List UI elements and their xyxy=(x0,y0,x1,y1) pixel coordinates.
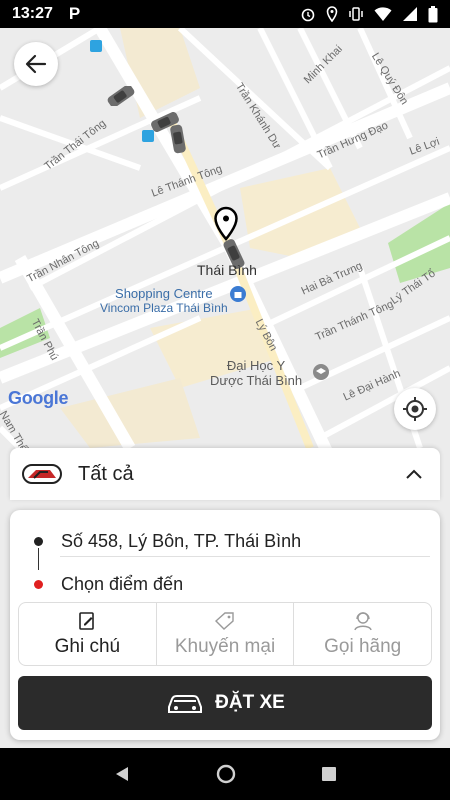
divider xyxy=(60,556,430,557)
pickup-address-row[interactable]: Số 458, Lý Bôn, TP. Thái Bình xyxy=(10,518,440,564)
back-button[interactable] xyxy=(14,42,58,86)
poi-subtitle: Vincom Plaza Thái Bình xyxy=(100,301,228,315)
coupon-icon xyxy=(214,610,236,632)
battery-icon xyxy=(428,5,438,22)
poi-shopping-centre[interactable]: Shopping Centre Vincom Plaza Thái Bình xyxy=(100,286,228,316)
my-location-button[interactable] xyxy=(394,388,436,430)
status-bar: 13:27 P xyxy=(0,0,450,28)
recents-square-icon[interactable] xyxy=(321,766,337,782)
pin-label: Thái Bình xyxy=(197,262,257,278)
car-icon xyxy=(168,695,203,713)
alarm-icon xyxy=(301,8,315,22)
poi-title: Shopping Centre xyxy=(115,286,213,301)
option-label: Ghi chú xyxy=(54,636,121,657)
school-icon xyxy=(313,364,329,380)
pickup-address: Số 458, Lý Bôn, TP. Thái Bình xyxy=(61,530,302,551)
destination-dot-icon xyxy=(34,579,43,589)
wifi-icon xyxy=(374,7,392,21)
brand-logo-icon xyxy=(22,464,62,484)
book-button-label: ĐẶT XE xyxy=(215,692,285,713)
poi-subtitle: Dược Thái Bình xyxy=(210,373,303,388)
shopping-bag-icon xyxy=(230,286,246,302)
google-logo-text: Google xyxy=(8,388,69,408)
options-bar: Ghi chú Khuyến mại Gọi hãng xyxy=(18,602,432,666)
poi-title: Đại Học Y xyxy=(226,358,286,373)
category-label: Tất cả xyxy=(78,462,134,485)
system-navigation-bar xyxy=(0,748,450,800)
back-triangle-icon[interactable] xyxy=(113,765,131,783)
car-marker-icon xyxy=(170,124,186,154)
crosshair-icon xyxy=(403,397,427,421)
pickup-pin-icon xyxy=(214,206,238,241)
support-agent-icon xyxy=(352,610,374,632)
car-marker-icon xyxy=(107,86,135,106)
status-time: 13:27 xyxy=(12,5,53,22)
note-button[interactable]: Ghi chú xyxy=(19,603,157,665)
bus-stop-icon xyxy=(90,40,102,52)
arrow-left-icon xyxy=(25,54,47,74)
home-circle-icon[interactable] xyxy=(216,764,236,784)
note-edit-icon xyxy=(77,610,97,632)
book-ride-button[interactable]: ĐẶT XE xyxy=(18,676,432,730)
booking-panel: Số 458, Lý Bôn, TP. Thái Bình Chọn điểm … xyxy=(10,510,440,740)
pickup-dot-icon xyxy=(34,536,43,546)
chevron-up-icon[interactable] xyxy=(400,460,428,488)
destination-placeholder: Chọn điểm đến xyxy=(61,573,184,594)
vehicle-category-selector[interactable]: Tất cả xyxy=(10,448,440,500)
option-label: Khuyến mại xyxy=(174,636,276,657)
app-notification-badge: P xyxy=(68,4,81,23)
poi-university[interactable]: Đại Học Y Dược Thái Bình xyxy=(210,358,302,388)
location-icon xyxy=(326,6,338,22)
destination-row[interactable]: Chọn điểm đến xyxy=(10,564,440,604)
promotion-button[interactable]: Khuyến mại xyxy=(157,603,295,665)
google-logo: Google xyxy=(8,388,69,409)
call-company-button[interactable]: Gọi hãng xyxy=(294,603,431,665)
signal-icon xyxy=(403,7,417,21)
vibrate-icon xyxy=(349,7,363,21)
option-label: Gọi hãng xyxy=(324,636,402,657)
